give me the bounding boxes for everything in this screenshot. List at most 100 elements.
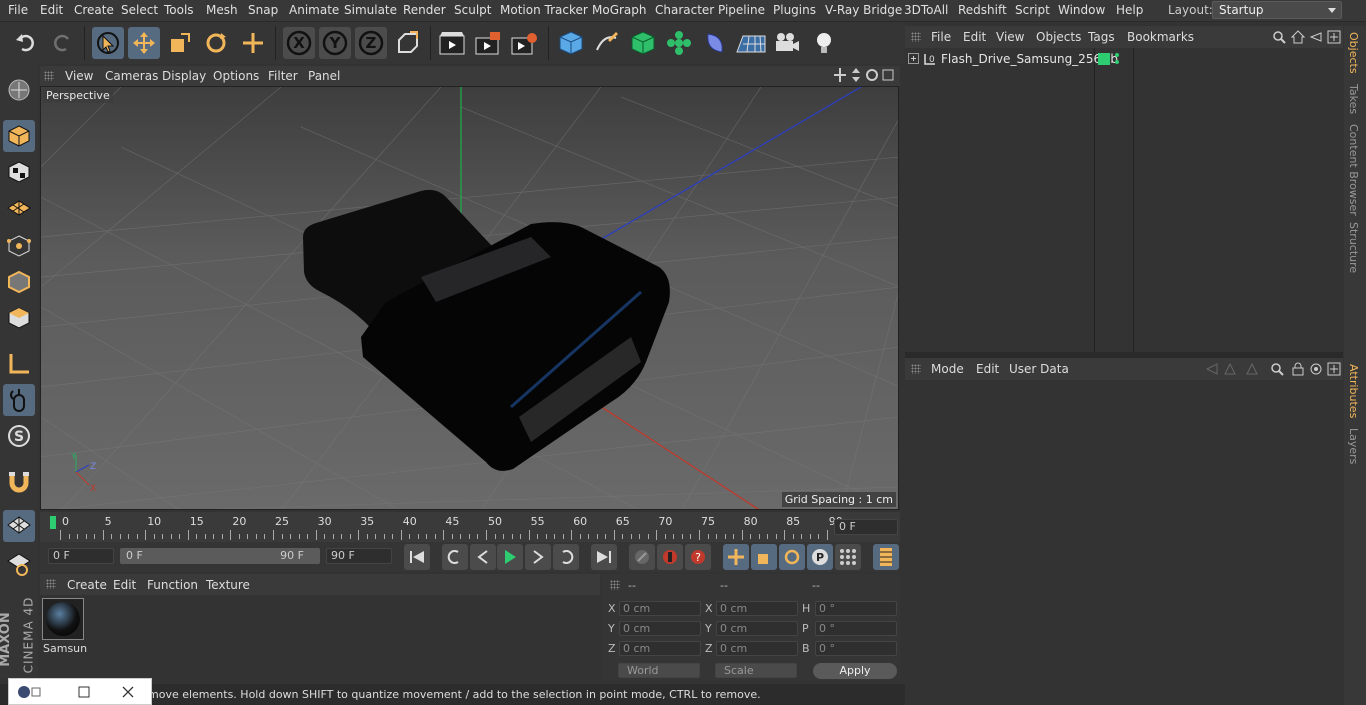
menu-vray-bridge[interactable]: V-Ray Bridge — [825, 3, 902, 17]
play-icon[interactable] — [497, 544, 523, 570]
model-mode-icon[interactable] — [3, 120, 35, 152]
menu-mograph[interactable]: MoGraph — [592, 3, 647, 17]
end-frame-field[interactable]: 90 F — [326, 548, 392, 564]
subdivision-icon[interactable] — [627, 27, 659, 59]
apply-button[interactable]: Apply — [813, 663, 897, 679]
render-picture-viewer-icon[interactable] — [472, 27, 504, 59]
up-arrow-icon[interactable] — [1223, 362, 1237, 376]
menu-3dtoall[interactable]: 3DToAll — [904, 3, 948, 17]
panel-grip[interactable] — [46, 579, 56, 589]
snap-icon[interactable] — [3, 466, 35, 498]
tab-objects[interactable]: Objects — [1347, 32, 1360, 74]
tab-layers[interactable]: Layers — [1347, 428, 1360, 464]
y-axis-icon[interactable]: Y — [319, 27, 351, 59]
mat-menu-texture[interactable]: Texture — [206, 578, 250, 592]
size-y-field[interactable]: 0 cm — [716, 621, 798, 636]
object-row[interactable]: 0 Flash_Drive_Samsung_256Gb — [905, 50, 1343, 68]
expand-icon[interactable] — [908, 53, 919, 64]
zoom-icon[interactable] — [850, 68, 862, 82]
menu-tools[interactable]: Tools — [164, 3, 194, 17]
menu-plugins[interactable]: Plugins — [773, 3, 816, 17]
position-y-field[interactable]: 0 cm — [619, 621, 701, 636]
keyframe-selection-icon[interactable]: ? — [685, 544, 711, 570]
search-icon[interactable] — [1270, 362, 1284, 376]
key-position-icon[interactable] — [723, 544, 749, 570]
menu-help[interactable]: Help — [1116, 3, 1143, 17]
start-frame-field[interactable]: 0 F — [48, 548, 114, 564]
close-icon[interactable] — [122, 686, 134, 698]
menu-create[interactable]: Create — [74, 3, 114, 17]
layout-select[interactable]: Startup — [1212, 1, 1342, 19]
position-x-field[interactable]: 0 cm — [619, 601, 701, 616]
coordinate-system-icon[interactable] — [392, 27, 424, 59]
object-name[interactable]: Flash_Drive_Samsung_256Gb — [941, 52, 1118, 66]
rotation-b-field[interactable]: 0 ° — [815, 641, 897, 656]
timeline-ruler[interactable]: 051015202530354045505560657075808590 0 F — [40, 512, 900, 542]
tab-content-browser[interactable]: Content Browser — [1347, 124, 1360, 216]
attr-menu-edit[interactable]: Edit — [976, 362, 999, 376]
vp-menu-view[interactable]: View — [65, 69, 93, 83]
live-selection-icon[interactable] — [92, 27, 124, 59]
menu-render[interactable]: Render — [403, 3, 446, 17]
mat-menu-create[interactable]: Create — [67, 578, 107, 592]
menu-select[interactable]: Select — [121, 3, 158, 17]
menu-character[interactable]: Character — [655, 3, 714, 17]
axis-mode-icon[interactable] — [3, 348, 35, 380]
new-panel-icon[interactable] — [1327, 30, 1341, 44]
locked-workplane-icon[interactable] — [3, 548, 35, 580]
obj-menu-tags[interactable]: Tags — [1088, 30, 1115, 44]
cube-primitive-icon[interactable] — [555, 27, 587, 59]
size-z-field[interactable]: 0 cm — [716, 641, 798, 656]
current-frame-field[interactable]: 0 F — [834, 519, 898, 535]
key-parameter-icon[interactable]: P — [807, 544, 833, 570]
previous-key-icon[interactable] — [442, 544, 468, 570]
recent-tool-icon[interactable] — [237, 27, 269, 59]
up-icon[interactable] — [1245, 362, 1259, 376]
vp-menu-display[interactable]: Display — [162, 69, 206, 83]
menu-pipeline[interactable]: Pipeline — [718, 3, 765, 17]
previous-frame-icon[interactable] — [470, 544, 496, 570]
tab-takes[interactable]: Takes — [1347, 84, 1360, 114]
menu-snap[interactable]: Snap — [248, 3, 278, 17]
maximize-icon[interactable] — [78, 686, 90, 698]
new-panel-icon[interactable] — [1327, 362, 1341, 376]
render-view-icon[interactable] — [436, 27, 468, 59]
timeline-window-icon[interactable] — [873, 544, 899, 570]
x-axis-icon[interactable]: X — [283, 27, 315, 59]
position-z-field[interactable]: 0 cm — [619, 641, 701, 656]
obj-menu-view[interactable]: View — [996, 30, 1024, 44]
search-icon[interactable] — [1272, 30, 1286, 44]
rotation-h-field[interactable]: 0 ° — [815, 601, 897, 616]
quantize-icon[interactable] — [3, 510, 35, 542]
size-mode-select[interactable]: Scale — [715, 663, 797, 678]
attr-menu-mode[interactable]: Mode — [931, 362, 964, 376]
go-to-start-icon[interactable] — [404, 544, 430, 570]
orbit-icon[interactable] — [866, 68, 878, 82]
target-icon[interactable] — [1309, 362, 1323, 376]
vp-menu-panel[interactable]: Panel — [308, 69, 340, 83]
edges-mode-icon[interactable] — [3, 266, 35, 298]
scale-icon[interactable] — [164, 27, 196, 59]
go-to-end-icon[interactable] — [591, 544, 617, 570]
menu-edit[interactable]: Edit — [40, 3, 63, 17]
record-keys-icon[interactable] — [629, 544, 655, 570]
light-icon[interactable] — [808, 27, 840, 59]
menu-animate[interactable]: Animate — [289, 3, 339, 17]
menu-script[interactable]: Script — [1015, 3, 1050, 17]
autokeying-icon[interactable] — [657, 544, 683, 570]
move-icon[interactable] — [128, 27, 160, 59]
rotation-p-field[interactable]: 0 ° — [815, 621, 897, 636]
menu-file[interactable]: File — [8, 3, 28, 17]
panel-grip[interactable] — [911, 32, 921, 42]
vp-menu-filter[interactable]: Filter — [268, 69, 298, 83]
menu-motion-tracker[interactable]: Motion Tracker — [500, 3, 588, 17]
menu-redshift[interactable]: Redshift — [958, 3, 1007, 17]
vp-menu-cameras[interactable]: Cameras — [105, 69, 158, 83]
obj-menu-objects[interactable]: Objects — [1036, 30, 1081, 44]
coordinate-space-select[interactable]: World — [618, 663, 700, 678]
mat-menu-edit[interactable]: Edit — [113, 578, 136, 592]
next-key-icon[interactable] — [553, 544, 579, 570]
mat-menu-function[interactable]: Function — [147, 578, 198, 592]
tab-attributes[interactable]: Attributes — [1347, 364, 1360, 418]
home-icon[interactable] — [1291, 30, 1305, 44]
